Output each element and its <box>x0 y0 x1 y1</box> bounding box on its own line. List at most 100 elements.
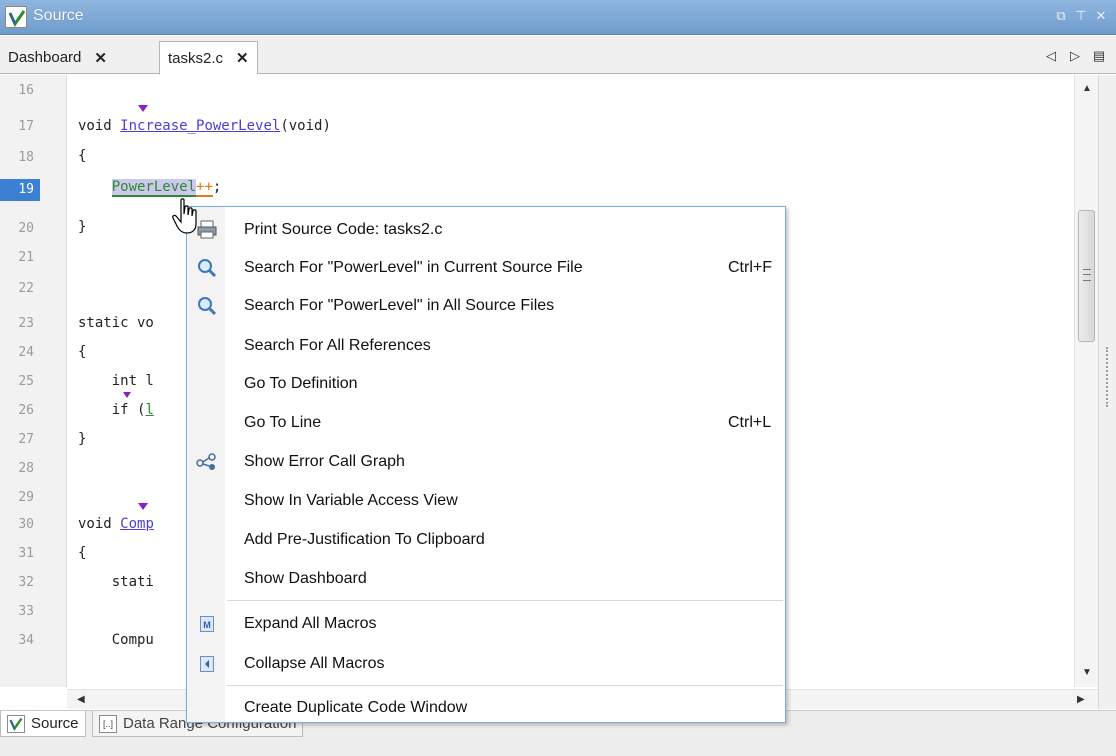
line-number[interactable]: 27 <box>0 432 40 447</box>
menu-item-error-call-graph[interactable]: Show Error Call Graph <box>187 445 785 479</box>
tab-prev-icon[interactable]: ◁ <box>1044 48 1058 64</box>
menu-item-label: Go To Definition <box>244 375 358 392</box>
line-number[interactable]: 21 <box>0 250 40 265</box>
vertical-scrollbar[interactable]: ▲ ▼ <box>1074 75 1098 687</box>
pin-icon[interactable]: ⊤ <box>1074 8 1088 24</box>
close-icon[interactable]: ✕ <box>236 49 249 67</box>
source-check-icon <box>7 714 25 733</box>
scroll-down-icon[interactable]: ▼ <box>1082 667 1092 678</box>
menu-separator <box>227 685 783 686</box>
menu-item-label: Search For "PowerLevel" in All Source Fi… <box>244 297 555 314</box>
tab-dashboard[interactable]: Dashboard ✕ <box>0 41 115 74</box>
close-icon[interactable]: ✕ <box>94 49 107 67</box>
code-line-32: stati <box>78 574 154 590</box>
line-number[interactable]: 22 <box>0 281 40 296</box>
code-text: Compu <box>111 632 154 648</box>
line-number[interactable]: 29 <box>0 490 40 505</box>
menu-item-search-all[interactable]: Search For "PowerLevel" in All Source Fi… <box>187 289 785 323</box>
close-icon[interactable]: ✕ <box>1094 8 1108 24</box>
code-line-19: PowerLevel++; <box>78 179 221 197</box>
polyspace-check-icon <box>5 6 27 28</box>
line-number-selected[interactable]: 19 <box>0 179 40 201</box>
collapse-macro-icon <box>195 652 219 676</box>
scroll-up-icon[interactable]: ▲ <box>1082 83 1092 94</box>
expand-macro-icon: M <box>195 612 219 636</box>
menu-item-search-current[interactable]: Search For "PowerLevel" in Current Sourc… <box>187 251 785 285</box>
menu-item-label: Create Duplicate Code Window <box>244 699 468 716</box>
menu-item-label: Search For All References <box>244 337 431 354</box>
line-number[interactable]: 28 <box>0 461 40 476</box>
menu-separator <box>227 600 783 601</box>
tab-list-icon[interactable]: ▤ <box>1092 48 1106 64</box>
context-menu: Print Source Code: tasks2.c Search For "… <box>186 206 786 723</box>
line-number[interactable]: 31 <box>0 546 40 561</box>
menu-item-label: Print Source Code: tasks2.c <box>244 221 443 238</box>
line-number[interactable]: 20 <box>0 221 40 236</box>
line-number[interactable]: 23 <box>0 316 40 331</box>
function-marker-icon <box>138 105 148 112</box>
line-number[interactable]: 18 <box>0 150 40 165</box>
code-line-24: { <box>78 344 87 360</box>
hand-pointer-icon <box>172 198 202 240</box>
tab-label: tasks2.c <box>168 49 224 67</box>
line-number[interactable]: 17 <box>0 119 40 134</box>
code-text: int l <box>111 373 154 389</box>
tab-next-icon[interactable]: ▷ <box>1068 48 1082 64</box>
code-line-17: void Increase_PowerLevel(void) <box>78 118 331 134</box>
scrollbar-thumb[interactable] <box>1078 210 1095 342</box>
menu-item-label: Collapse All Macros <box>244 655 385 672</box>
search-icon <box>195 294 219 318</box>
operator-increment[interactable]: ++ <box>196 179 213 197</box>
menu-item-show-dashboard[interactable]: Show Dashboard <box>187 562 785 596</box>
variable-link[interactable]: l <box>145 402 153 418</box>
menu-item-print-source[interactable]: Print Source Code: tasks2.c <box>187 213 785 247</box>
splitter-grip-icon <box>1106 347 1109 407</box>
scroll-left-icon[interactable]: ◀ <box>77 694 85 705</box>
menu-item-pre-justification[interactable]: Add Pre-Justification To Clipboard <box>187 523 785 557</box>
code-line-20: } <box>78 219 87 235</box>
menu-item-label: Expand All Macros <box>244 615 377 632</box>
menu-item-collapse-macros[interactable]: Collapse All Macros <box>187 647 785 681</box>
menu-item-search-references[interactable]: Search For All References <box>187 329 785 363</box>
code-text: if ( <box>111 402 146 418</box>
grip-icon <box>1083 269 1091 281</box>
restore-icon[interactable]: ⧉ <box>1054 8 1068 24</box>
menu-item-duplicate-window[interactable]: Create Duplicate Code Window <box>187 691 785 725</box>
keyword: void <box>78 516 121 532</box>
line-number[interactable]: 33 <box>0 604 40 619</box>
menu-item-expand-macros[interactable]: M Expand All Macros <box>187 607 785 641</box>
code-text: stati <box>111 574 154 590</box>
check-marker-icon <box>123 392 131 398</box>
tab-tasks2c[interactable]: tasks2.c ✕ <box>159 41 258 75</box>
line-number[interactable]: 24 <box>0 345 40 360</box>
menu-item-label: Search For "PowerLevel" in Current Sourc… <box>244 259 583 276</box>
tab-label: Dashboard <box>8 49 82 66</box>
menu-item-shortcut: Ctrl+F <box>728 259 772 276</box>
function-name-link[interactable]: Increase_PowerLevel <box>120 118 280 134</box>
tab-bar: Dashboard ✕ tasks2.c ✕ ◁ ▷ ▤ <box>0 36 1116 75</box>
menu-item-label: Show In Variable Access View <box>244 492 458 509</box>
code-line-18: { <box>78 148 87 164</box>
line-number[interactable]: 16 <box>0 83 40 98</box>
menu-item-variable-access-view[interactable]: Show In Variable Access View <box>187 484 785 518</box>
code-line-31: { <box>78 545 87 561</box>
code-text: (void) <box>280 118 331 134</box>
line-number[interactable]: 32 <box>0 575 40 590</box>
variable-powerlevel[interactable]: PowerLevel <box>111 179 197 197</box>
scroll-right-icon[interactable]: ▶ <box>1077 694 1085 705</box>
line-number[interactable]: 30 <box>0 517 40 532</box>
call-graph-icon <box>195 450 219 474</box>
menu-item-go-to-definition[interactable]: Go To Definition <box>187 367 785 401</box>
line-number[interactable]: 26 <box>0 403 40 418</box>
code-line-34: Compu <box>78 632 154 648</box>
bottom-tab-source[interactable]: Source <box>0 711 86 737</box>
function-name-link[interactable]: Comp <box>120 516 154 532</box>
line-number[interactable]: 34 <box>0 633 40 648</box>
side-splitter[interactable] <box>1098 75 1116 709</box>
menu-item-label: Show Error Call Graph <box>244 453 405 470</box>
menu-item-go-to-line[interactable]: Go To Line Ctrl+L <box>187 406 785 440</box>
line-number[interactable]: 25 <box>0 374 40 389</box>
